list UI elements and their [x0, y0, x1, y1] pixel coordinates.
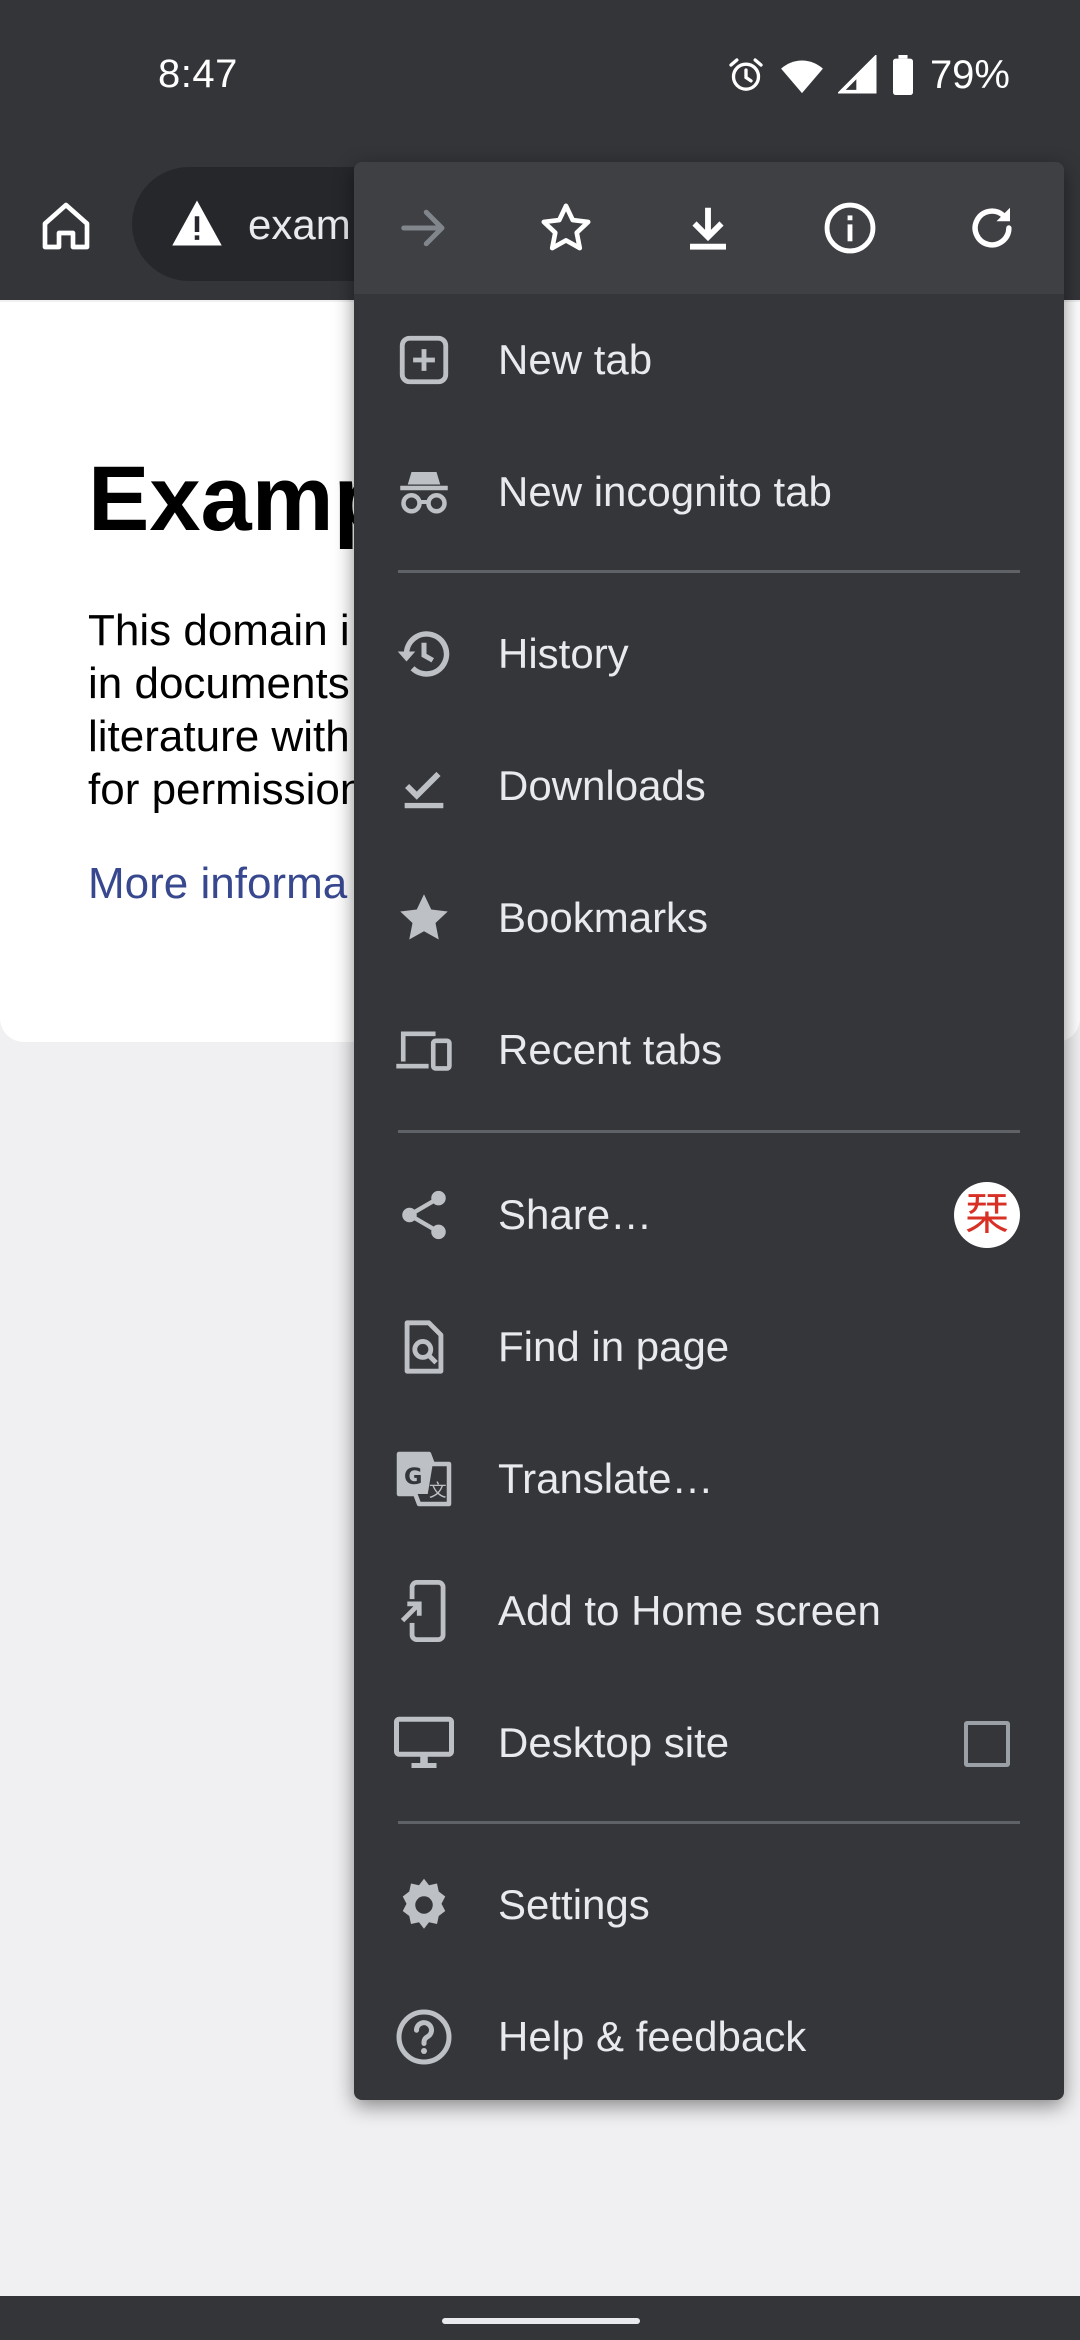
status-icons: 79% [726, 52, 1010, 98]
menu-item-help-feedback[interactable]: Help & feedback [354, 1971, 1064, 2100]
help-icon [394, 2007, 454, 2067]
info-icon [824, 202, 876, 254]
menu-item-label: Find in page [498, 1323, 730, 1370]
history-icon [394, 624, 454, 684]
overflow-menu: New tab New incognito tab History Downlo… [354, 162, 1064, 2100]
bookmark-page-button[interactable] [530, 192, 602, 264]
menu-item-label: Add to Home screen [498, 1587, 881, 1634]
home-icon [42, 202, 90, 250]
home-button[interactable] [30, 190, 102, 262]
downloads-icon [394, 756, 454, 816]
forward-button[interactable] [388, 192, 460, 264]
add-to-home-icon [394, 1580, 454, 1642]
svg-text:文: 文 [429, 1482, 447, 1502]
menu-item-label: Downloads [498, 762, 706, 809]
status-time: 8:47 [158, 52, 238, 96]
download-page-button[interactable] [672, 192, 744, 264]
forward-icon [401, 209, 445, 247]
gesture-handle[interactable] [442, 2318, 640, 2324]
status-bar: 8:47 79% [0, 0, 1080, 150]
menu-item-label: Share… [498, 1191, 653, 1238]
menu-item-label: Help & feedback [498, 2013, 807, 2060]
download-icon [690, 207, 726, 250]
menu-item-find-in-page[interactable]: Find in page [354, 1281, 1064, 1413]
menu-item-settings[interactable]: Settings [354, 1839, 1064, 1971]
refresh-icon [972, 207, 1012, 248]
menu-divider [398, 1130, 1020, 1133]
menu-divider [398, 1821, 1020, 1824]
battery-icon [892, 55, 914, 95]
warning-icon[interactable] [170, 198, 224, 253]
menu-item-translate[interactable]: G文 Translate… [354, 1413, 1064, 1545]
menu-item-history[interactable]: History [354, 588, 1064, 720]
share-icon [394, 1185, 454, 1245]
signal-icon [837, 55, 878, 95]
menu-item-desktop-site[interactable]: Desktop site [354, 1677, 1064, 1809]
menu-action-bar [354, 162, 1064, 294]
menu-item-bookmarks[interactable]: Bookmarks [354, 852, 1064, 984]
menu-item-label: Desktop site [498, 1719, 730, 1766]
menu-item-recent-tabs[interactable]: Recent tabs [354, 984, 1064, 1116]
page-info-button[interactable] [814, 192, 886, 264]
menu-item-label: New tab [498, 336, 653, 383]
menu-item-new-incognito-tab[interactable]: New incognito tab [354, 426, 1064, 558]
system-nav-bar [0, 2296, 1080, 2340]
refresh-button[interactable] [956, 192, 1028, 264]
translate-icon: G文 [394, 1449, 454, 1509]
menu-item-label: History [498, 630, 629, 677]
incognito-icon [394, 462, 454, 522]
bookmarks-icon [394, 888, 454, 948]
settings-icon [394, 1875, 454, 1935]
menu-item-label: New incognito tab [498, 468, 832, 515]
menu-item-add-to-home-screen[interactable]: Add to Home screen [354, 1545, 1064, 1677]
menu-item-label: Bookmarks [498, 894, 709, 941]
desktop-site-checkbox[interactable] [964, 1721, 1010, 1767]
alarm-icon [726, 55, 766, 95]
menu-item-new-tab[interactable]: New tab [354, 294, 1064, 426]
url-text: exam [248, 201, 351, 248]
battery-percent: 79% [929, 52, 1010, 97]
more-information-link[interactable]: More informa [88, 859, 347, 909]
bookmark-star-icon [541, 203, 591, 251]
menu-item-label: Translate… [498, 1455, 714, 1502]
menu-item-label: Recent tabs [498, 1026, 723, 1073]
recent-tabs-icon [394, 1020, 454, 1080]
menu-divider [398, 570, 1020, 573]
menu-item-share[interactable]: Share… 栞 [354, 1149, 1064, 1281]
find-in-page-icon [394, 1317, 454, 1377]
share-target-app-icon[interactable]: 栞 [954, 1182, 1020, 1248]
desktop-icon [394, 1713, 454, 1773]
wifi-icon [780, 55, 824, 95]
menu-item-downloads[interactable]: Downloads [354, 720, 1064, 852]
svg-text:G: G [404, 1464, 422, 1490]
page-heading: Examp [88, 448, 390, 550]
menu-item-label: Settings [498, 1881, 650, 1928]
new-tab-icon [394, 330, 454, 390]
